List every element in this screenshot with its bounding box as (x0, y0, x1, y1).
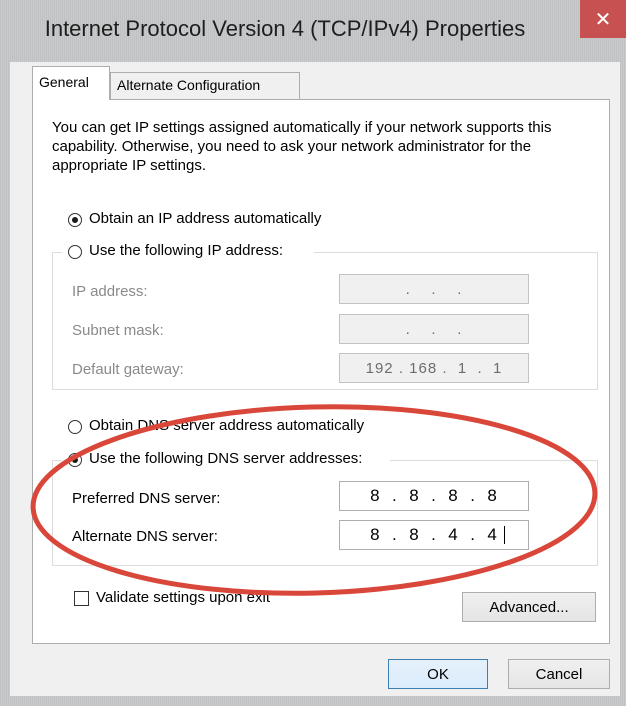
text-caret (504, 526, 505, 544)
label-use-following-ip[interactable]: Use the following IP address: (89, 242, 283, 259)
close-icon: ✕ (594, 7, 612, 31)
close-button[interactable]: ✕ (580, 0, 626, 38)
label-use-following-dns[interactable]: Use the following DNS server addresses: (89, 450, 362, 467)
cancel-button[interactable]: Cancel (508, 659, 610, 689)
dns-server-group (52, 460, 598, 566)
tab-general[interactable]: General (32, 66, 110, 100)
alternate-dns-field[interactable]: 8 . 8 . 4 . 4 (339, 520, 529, 550)
dialog-window: Internet Protocol Version 4 (TCP/IPv4) P… (0, 0, 626, 706)
label-obtain-dns-auto[interactable]: Obtain DNS server address automatically (89, 417, 364, 434)
label-default-gateway: Default gateway: (72, 361, 184, 378)
preferred-dns-field[interactable]: 8 . 8 . 8 . 8 (339, 481, 529, 511)
radio-use-following-ip[interactable] (68, 245, 82, 259)
validate-checkbox[interactable] (74, 591, 89, 606)
ok-button[interactable]: OK (388, 659, 488, 689)
default-gateway-field[interactable]: 192 . 168 . 1 . 1 (339, 353, 529, 383)
window-border-left (0, 62, 10, 706)
advanced-button[interactable]: Advanced... (462, 592, 596, 622)
radio-obtain-dns-auto[interactable] (68, 420, 82, 434)
ip-address-field[interactable]: . . . (339, 274, 529, 304)
label-subnet-mask: Subnet mask: (72, 322, 164, 339)
subnet-mask-field[interactable]: . . . (339, 314, 529, 344)
title-bar[interactable]: Internet Protocol Version 4 (TCP/IPv4) P… (0, 0, 626, 62)
radio-use-following-dns[interactable] (68, 453, 82, 467)
window-border-right (620, 62, 626, 706)
description-text: You can get IP settings assigned automat… (52, 119, 552, 174)
label-obtain-ip-auto[interactable]: Obtain an IP address automatically (89, 210, 321, 227)
label-ip-address: IP address: (72, 283, 148, 300)
label-validate-settings[interactable]: Validate settings upon exit (96, 589, 270, 606)
tab-alternate-configuration[interactable]: Alternate Configuration (110, 72, 300, 99)
window-border-bottom (0, 696, 626, 706)
label-alternate-dns: Alternate DNS server: (72, 528, 218, 545)
window-title: Internet Protocol Version 4 (TCP/IPv4) P… (44, 16, 526, 41)
label-preferred-dns: Preferred DNS server: (72, 490, 221, 507)
radio-obtain-ip-auto[interactable] (68, 213, 82, 227)
